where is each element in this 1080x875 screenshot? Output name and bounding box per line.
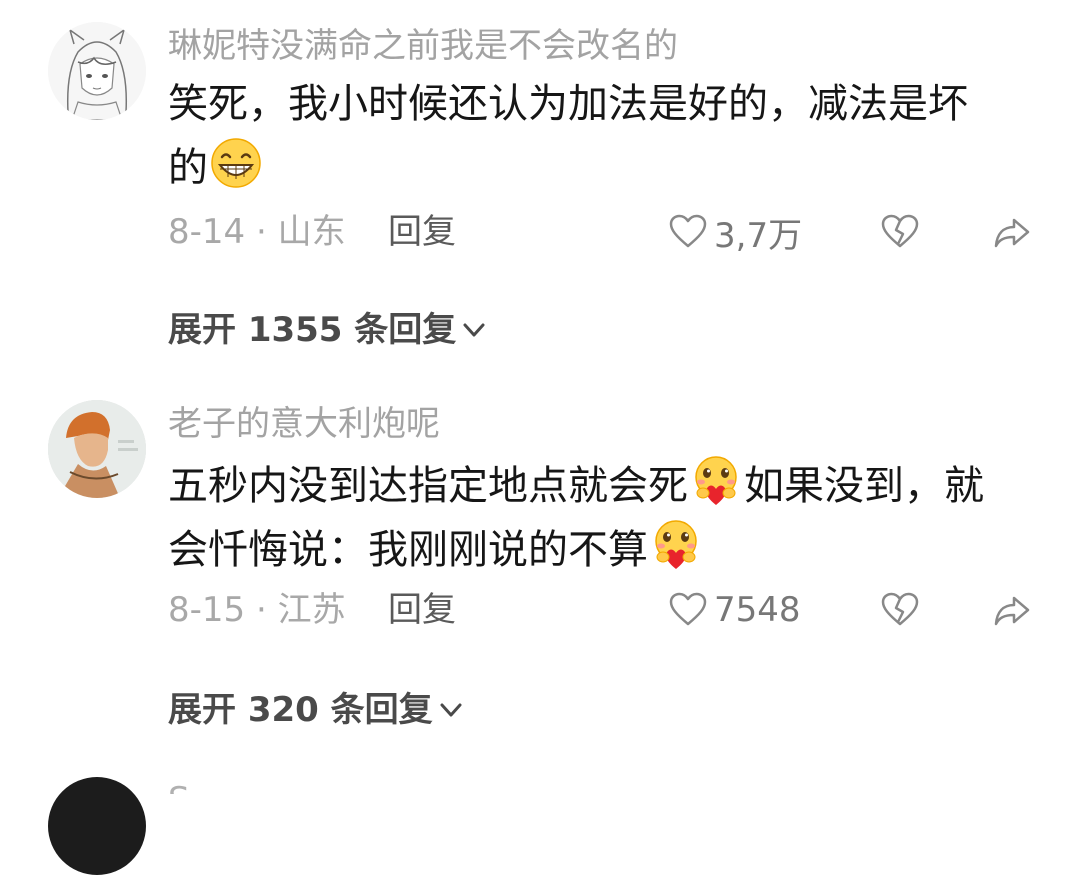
comment-text-line: 笑死，我小时候还认为加法是好的，减法是坏 bbox=[168, 81, 968, 127]
broken-heart-icon[interactable] bbox=[880, 590, 920, 630]
avatar[interactable] bbox=[48, 777, 146, 875]
expand-replies-label: 展开 320 条回复 bbox=[168, 690, 433, 730]
share-arrow-icon[interactable] bbox=[992, 212, 1032, 252]
comment-text-line: 的 bbox=[168, 145, 208, 191]
hugging-heart-face-emoji-icon bbox=[690, 455, 742, 507]
like-button[interactable]: 3,7万 bbox=[668, 210, 803, 256]
reply-button[interactable]: 回复 bbox=[388, 212, 456, 252]
comment-text-line: 五秒内没到达指定地点就会死 bbox=[168, 463, 688, 509]
expand-replies-label: 展开 1355 条回复 bbox=[168, 310, 457, 350]
expand-replies-button[interactable]: 展开 1355 条回复 bbox=[168, 310, 488, 350]
reply-button[interactable]: 回复 bbox=[388, 590, 456, 630]
share-arrow-icon[interactable] bbox=[992, 590, 1032, 630]
username[interactable]: 老子的意大利炮呢 bbox=[168, 404, 440, 444]
username-partial: S bbox=[168, 780, 238, 794]
comment-text: 五秒内没到达指定地点就会死 如果没到，就 会忏悔说：我刚刚说的不算 bbox=[168, 454, 1028, 582]
username[interactable]: 琳妮特没满命之前我是不会改名的 bbox=[168, 26, 678, 66]
broken-heart-icon[interactable] bbox=[880, 212, 920, 252]
comment-text-line: 如果没到，就 bbox=[744, 463, 984, 509]
like-count: 3,7万 bbox=[714, 215, 803, 256]
heart-outline-icon bbox=[669, 214, 707, 248]
date-location: 8-14 · 山东 bbox=[168, 212, 346, 252]
chevron-down-icon bbox=[463, 323, 485, 337]
grinning-face-emoji-icon bbox=[210, 137, 262, 189]
chevron-down-icon bbox=[440, 703, 462, 717]
date-location: 8-15 · 江苏 bbox=[168, 590, 346, 630]
expand-replies-button[interactable]: 展开 320 条回复 bbox=[168, 690, 465, 730]
like-count: 7548 bbox=[714, 590, 801, 630]
like-button[interactable]: 7548 bbox=[668, 588, 801, 632]
comment-text-line: 会忏悔说：我刚刚说的不算 bbox=[168, 527, 648, 573]
heart-outline-icon bbox=[669, 592, 707, 626]
comment-text: 笑死，我小时候还认为加法是好的，减法是坏 的 bbox=[168, 72, 1028, 200]
avatar[interactable] bbox=[48, 22, 146, 120]
hugging-heart-face-emoji-icon bbox=[650, 519, 702, 571]
avatar[interactable] bbox=[48, 400, 146, 498]
